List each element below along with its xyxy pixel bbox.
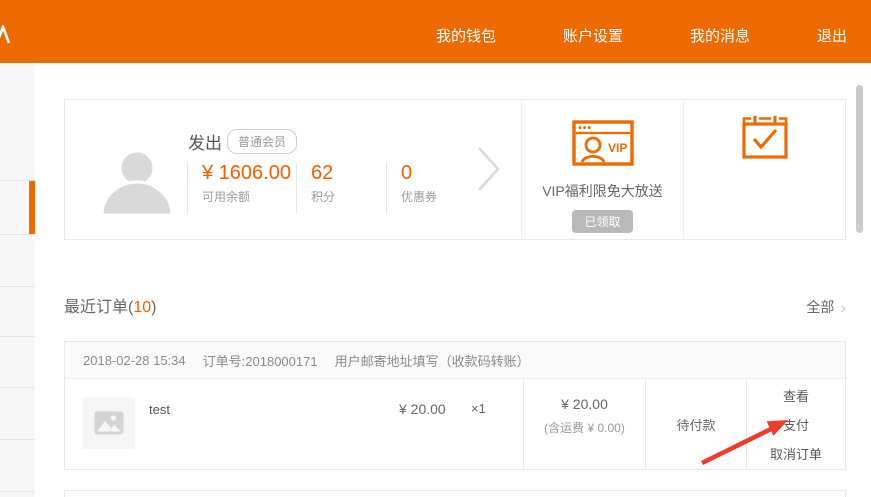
order-card: 2018-02-28 15:34 订单号:2018000171 用户邮寄地址填写… [64,341,846,470]
nav-logout[interactable]: 退出 [817,17,847,46]
image-placeholder-icon [94,411,124,435]
recent-orders-header: 最近订单(10) 全部 › [64,293,846,317]
pay-order-link[interactable]: 支付 [783,415,809,434]
sidebar-item[interactable] [0,388,35,440]
sidebar-item[interactable] [0,287,35,337]
cancel-order-link[interactable]: 取消订单 [770,444,822,463]
order-subtotal: ¥ 20.00 [524,396,645,412]
product-image-placeholder[interactable] [83,397,135,449]
sidebar-item[interactable] [0,337,35,388]
product-price: ¥ 20.00 [399,401,446,417]
top-header-bar: 我的钱包 账户设置 我的消息 退出 [0,0,871,63]
nav-my-messages[interactable]: 我的消息 [690,17,750,46]
points-label: 积分 [311,188,335,205]
recent-orders-title: 最近订单(10) [64,293,156,317]
nav-my-wallet[interactable]: 我的钱包 [436,17,496,46]
sidebar-item[interactable] [0,235,35,287]
coupons-value: 0 [401,162,437,185]
vip-promo-title: VIP福利限免大放送 [522,181,683,201]
account-page: 我的钱包 账户设置 我的消息 退出 发出 普通会员 ¥ 1606.00 可用余额… [0,0,871,497]
claimed-badge[interactable]: 已领取 [572,210,632,233]
view-all-orders-link[interactable]: 全部 › [806,297,846,317]
order-datetime: 2018-02-28 15:34 [83,353,186,368]
subtotal-cell: ¥ 20.00 (含运费 ¥ 0.00) [523,379,645,469]
balance-label: 可用余额 [202,188,298,205]
order-status: 待付款 [676,415,715,434]
balance-value: ¥ 1606.00 [202,162,298,185]
view-order-link[interactable]: 查看 [783,386,809,405]
chevron-right-icon[interactable] [476,145,502,193]
points-stat[interactable]: 62 积分 [296,162,335,214]
profile-card: 发出 普通会员 ¥ 1606.00 可用余额 62 积分 0 优惠券 [64,99,846,240]
sidebar-item[interactable] [0,440,35,492]
order-meta-row: 2018-02-28 15:34 订单号:2018000171 用户邮寄地址填写… [65,342,845,379]
actions-cell: 查看 支付 取消订单 [746,379,845,469]
product-name[interactable]: test [149,402,170,417]
next-order-card-partial [64,490,846,497]
points-value: 62 [311,162,335,185]
member-level-badge: 普通会员 [227,129,297,154]
chevron-right-small-icon: › [840,299,846,316]
calendar-check-icon [741,115,789,163]
vip-promo-banner[interactable]: VIP VIP福利限免大放送 已领取 [521,100,683,239]
shipping-fee-note: (含运费 ¥ 0.00) [524,419,645,436]
order-number: 订单号:2018000171 [203,351,318,370]
product-quantity: ×1 [471,401,486,416]
left-sidebar [0,63,35,497]
avatar-placeholder-icon [101,151,173,215]
active-item-indicator [29,181,35,234]
calendar-checkin-panel[interactable] [683,100,846,239]
vip-browser-icon: VIP [572,120,634,166]
order-body-row: test ¥ 20.00 ×1 ¥ 20.00 (含运费 ¥ 0.00) 待付款… [65,379,845,469]
coupons-stat[interactable]: 0 优惠券 [386,162,437,214]
sidebar-item[interactable] [0,63,35,181]
logo-fragment-icon [0,25,11,44]
status-cell: 待付款 [645,379,746,469]
product-cell: test ¥ 20.00 ×1 [65,379,523,469]
top-navigation: 我的钱包 账户设置 我的消息 退出 [436,0,847,63]
sidebar-item-active[interactable] [0,181,35,235]
vertical-scrollbar-thumb[interactable] [856,85,863,233]
orders-count: 10 [133,299,151,316]
nav-account-settings[interactable]: 账户设置 [563,17,623,46]
order-address-note: 用户邮寄地址填写（收款码转账） [335,351,530,370]
svg-text:VIP: VIP [608,141,627,155]
username: 发出 [188,129,222,154]
coupons-label: 优惠券 [401,188,437,205]
balance-stat[interactable]: ¥ 1606.00 可用余额 [187,162,298,214]
